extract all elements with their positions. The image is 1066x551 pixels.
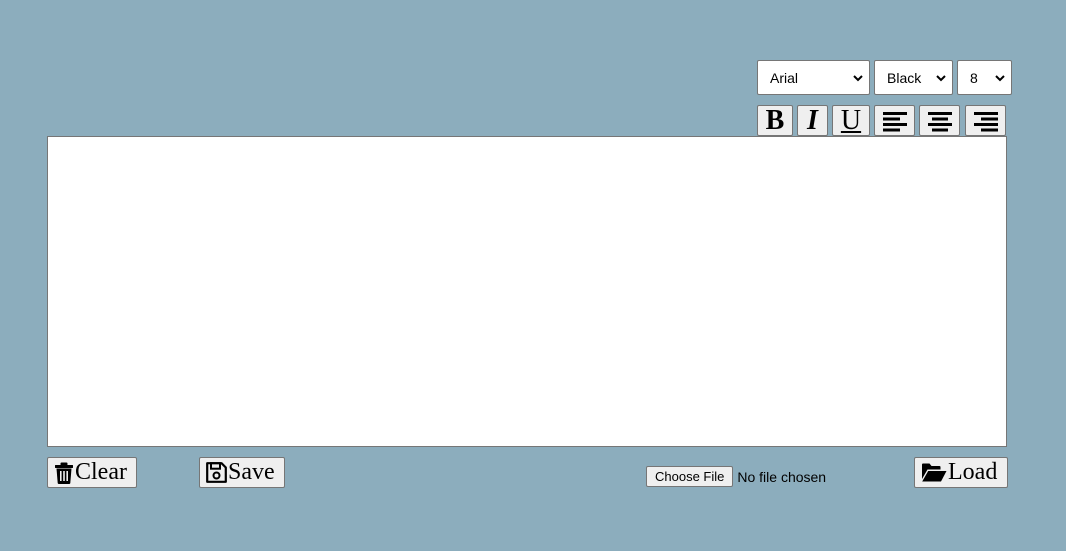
text-editor-page: Arial Black 8 B I U Clear Save Choose Fi… <box>0 0 1066 551</box>
font-family-select[interactable]: Arial <box>757 60 870 95</box>
save-button[interactable]: Save <box>199 457 285 488</box>
choose-file-button[interactable]: Choose File <box>646 466 734 487</box>
italic-button[interactable]: I <box>797 105 828 136</box>
file-input[interactable]: Choose File No file chosen <box>646 466 826 487</box>
clear-label: Clear <box>75 459 127 485</box>
load-button[interactable]: Load <box>914 457 1008 488</box>
font-size-value: 8 <box>970 69 978 86</box>
bold-button[interactable]: B <box>757 105 793 136</box>
align-left-button[interactable] <box>874 105 915 136</box>
file-status-text: No file chosen <box>737 468 827 485</box>
font-family-value: Arial <box>770 69 799 86</box>
font-size-select[interactable]: 8 <box>957 60 1012 95</box>
load-label: Load <box>948 459 998 485</box>
text-editor-area[interactable] <box>47 136 1007 447</box>
folder-open-icon <box>922 463 947 482</box>
align-right-icon <box>973 111 998 131</box>
font-color-value: Black <box>887 69 922 86</box>
floppy-disk-icon <box>206 462 227 483</box>
italic-label: I <box>807 104 818 136</box>
clear-button[interactable]: Clear <box>47 457 137 488</box>
chevron-down-icon <box>853 74 863 81</box>
align-right-button[interactable] <box>965 105 1006 136</box>
chevron-down-icon <box>936 74 946 81</box>
chevron-down-icon <box>995 74 1005 81</box>
align-left-icon <box>882 111 907 131</box>
align-center-icon <box>927 111 952 131</box>
bold-label: B <box>765 104 785 136</box>
trash-icon <box>55 462 73 484</box>
save-label: Save <box>228 459 275 485</box>
align-center-button[interactable] <box>919 105 960 136</box>
underline-button[interactable]: U <box>832 105 870 136</box>
underline-label: U <box>840 104 862 136</box>
font-color-select[interactable]: Black <box>874 60 953 95</box>
